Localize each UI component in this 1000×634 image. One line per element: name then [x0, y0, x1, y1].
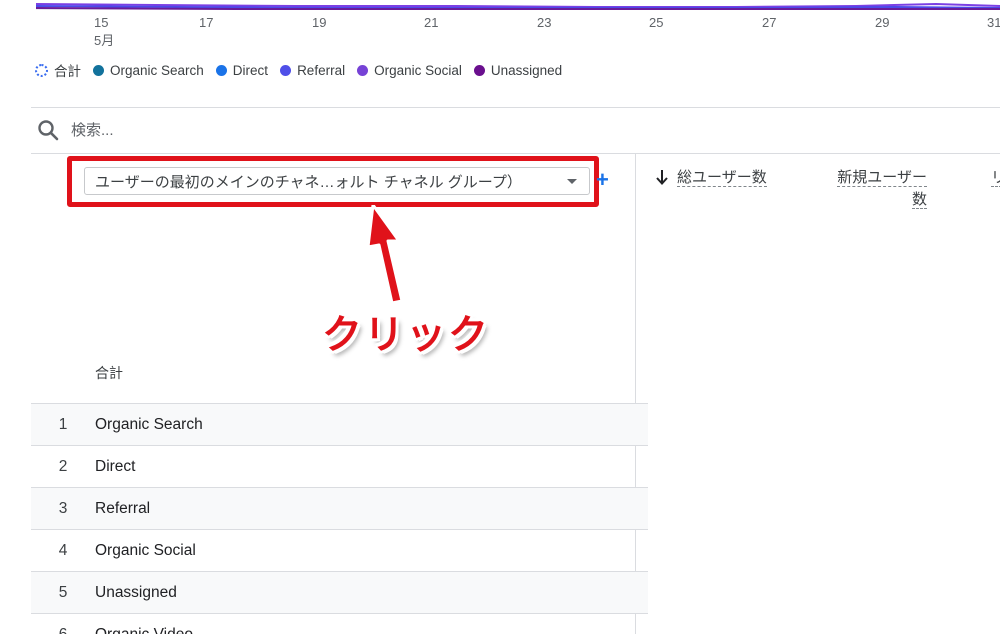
chevron-down-icon: [567, 178, 577, 184]
table-row[interactable]: 6 Organic Video: [31, 613, 648, 634]
x-axis-tick: 27: [762, 15, 777, 30]
row-number: 3: [58, 499, 68, 517]
x-axis-month: 5月: [94, 33, 115, 48]
x-axis-tick: 17: [199, 15, 214, 30]
legend-label: Unassigned: [490, 62, 563, 78]
annotation-label: クリック: [322, 312, 490, 358]
legend-label: Organic Search: [110, 62, 204, 78]
legend-item[interactable]: Referral: [280, 63, 345, 78]
x-axis-tick: 29: [875, 15, 890, 30]
total-row-label: 合計: [95, 365, 123, 381]
line-chart: [36, 2, 1000, 10]
legend-item[interactable]: Organic Social: [357, 63, 462, 78]
row-channel-name: Organic Social: [95, 541, 196, 559]
arrow-down-icon[interactable]: [655, 168, 669, 186]
x-axis-tick: 31: [987, 15, 1000, 30]
row-number: 4: [58, 541, 68, 559]
chart-legend: 合計 Organic Search Direct Referral Organic So…: [35, 60, 574, 80]
row-channel-name: Unassigned: [95, 583, 177, 601]
dimension-select[interactable]: ユーザーの最初のメインのチャネ…ォルト チャネル グループ）: [84, 167, 590, 195]
row-channel-name: Organic Search: [95, 415, 203, 433]
search-input[interactable]: [71, 121, 371, 139]
legend-item[interactable]: Unassigned: [473, 62, 563, 78]
table-search: [36, 118, 371, 142]
legend-label: 合計: [54, 64, 81, 79]
metric-header-total-users[interactable]: 総ユーザー数: [677, 167, 767, 189]
legend-swatch-icon: [473, 64, 485, 76]
metric-header-new-users[interactable]: 新規ユーザー 数: [831, 167, 927, 211]
dimension-select-label: ユーザーの最初のメインのチャネ…ォルト チャネル グループ）: [95, 173, 522, 191]
row-number: 2: [58, 457, 68, 475]
divider: [31, 107, 1000, 108]
x-axis-tick: 23: [537, 15, 552, 30]
divider: [31, 153, 1000, 154]
legend-swatch-icon: [215, 64, 227, 76]
search-icon: [38, 120, 59, 141]
legend-item[interactable]: 合計: [35, 60, 81, 80]
row-channel-name: Organic Video: [95, 625, 193, 634]
row-number: 1: [58, 415, 68, 433]
x-axis-tick: 21: [424, 15, 439, 30]
metric-header-partial[interactable]: リ: [991, 167, 1000, 189]
x-axis-tick: 25: [649, 15, 664, 30]
table-row[interactable]: 1 Organic Search: [31, 403, 648, 445]
legend-swatch-icon: [280, 64, 292, 76]
legend-item[interactable]: Direct: [215, 62, 269, 78]
row-number: 5: [58, 583, 68, 601]
legend-label: Direct: [232, 62, 269, 78]
chart-line: [36, 7, 1000, 10]
add-dimension-button[interactable]: +: [596, 168, 609, 192]
legend-swatch-icon: [35, 63, 48, 77]
legend-swatch-icon: [93, 64, 104, 76]
row-number: 6: [58, 625, 68, 634]
table-row[interactable]: 4 Organic Social: [31, 529, 648, 571]
x-axis-tick: 15: [94, 15, 109, 30]
x-axis-tick: 19: [312, 15, 327, 30]
table-row[interactable]: 3 Referral: [31, 487, 648, 529]
annotation-arrow-icon: [366, 205, 404, 305]
legend-label: Organic Social: [374, 62, 462, 78]
legend-item[interactable]: Organic Search: [93, 63, 204, 78]
legend-swatch-icon: [357, 64, 369, 76]
row-channel-name: Referral: [95, 499, 151, 517]
legend-label: Referral: [297, 62, 346, 78]
table-row[interactable]: 5 Unassigned: [31, 571, 648, 613]
row-channel-name: Direct: [95, 457, 136, 475]
table-body: 1 Organic Search 2 Direct 3 Referral 4 Organic …: [31, 403, 648, 634]
table-row[interactable]: 2 Direct: [31, 445, 648, 487]
